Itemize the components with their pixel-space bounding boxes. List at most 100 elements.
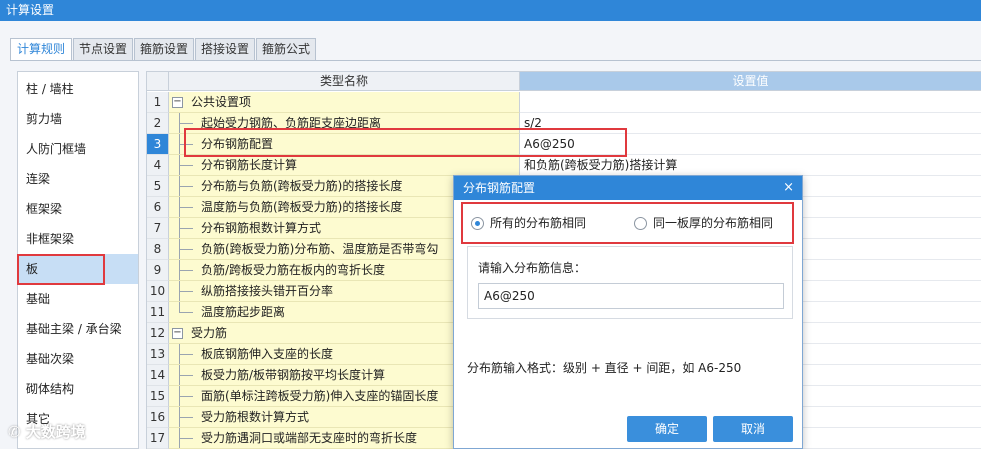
row-value[interactable] [520,92,981,113]
row-name-text: 受力筋遇洞口或端部无支座时的弯折长度 [201,431,418,445]
row-name-text: 分布钢筋配置 [201,137,274,151]
table-row[interactable]: 4 分布钢筋长度计算 和负筋(跨板受力筋)搭接计算 [147,155,981,176]
grid-header-corner [147,72,169,91]
tree-branch [179,249,193,250]
tree-branch [179,375,193,376]
row-number: 10 [147,281,169,302]
row-value[interactable]: A6@250 [520,134,981,155]
radio-label: 同一板厚的分布筋相同 [653,216,774,230]
sidebar-item-coupling-beam[interactable]: 连梁 [18,164,138,194]
row-number: 7 [147,218,169,239]
row-name-text: 负筋/跨板受力筋在板内的弯折长度 [201,263,386,277]
row-number: 9 [147,260,169,281]
tab-divider [10,60,981,61]
row-number: 3 [147,134,169,155]
collapse-icon[interactable]: − [172,328,183,339]
dialog-title: 分布钢筋配置 [454,176,802,200]
table-row[interactable]: 1 − 公共设置项 [147,92,981,113]
row-name-text: 受力筋根数计算方式 [201,410,310,424]
tree-branch [179,354,193,355]
sidebar-item-foundation-secondary-beam[interactable]: 基础次梁 [18,344,138,374]
tab-stirrup-formula[interactable]: 箍筋公式 [256,38,316,60]
tree-branch [179,270,193,271]
component-sidebar: 柱 / 墙柱 剪力墙 人防门框墙 连梁 框架梁 非框架梁 板 基础 基础主梁 /… [17,71,139,449]
sidebar-item-column[interactable]: 柱 / 墙柱 [18,74,138,104]
format-hint: 分布筋输入格式：级别 + 直径 + 间距，如 A6-250 [467,361,742,375]
row-name-text: 起始受力钢筋、负筋距支座边距离 [201,116,382,130]
sidebar-item-civil-defense-door-frame[interactable]: 人防门框墙 [18,134,138,164]
row-name: 分布钢筋配置 [169,134,520,155]
tab-lap-settings[interactable]: 搭接设置 [195,38,255,60]
row-name-text: 负筋(跨板受力筋)分布筋、温度筋是否带弯勾 [201,242,439,256]
table-row[interactable]: 3 分布钢筋配置 A6@250 [147,134,981,155]
sidebar-item-frame-beam[interactable]: 框架梁 [18,194,138,224]
grid-header-value: 设置值 [520,72,981,91]
distribution-rebar-dialog: 分布钢筋配置 × 所有的分布筋相同 同一板厚的分布筋相同 请输入分布筋信息： 分… [453,175,803,449]
row-value[interactable]: 和负筋(跨板受力筋)搭接计算 [520,155,981,176]
tree-branch [179,207,193,208]
tree-branch [179,165,193,166]
rebar-info-group: 请输入分布筋信息： [467,246,793,319]
row-name-text: 温度筋与负筋(跨板受力筋)的搭接长度 [201,200,403,214]
sidebar-item-slab[interactable]: 板 [18,254,138,284]
radio-checked-icon [471,217,484,230]
sidebar-item-foundation[interactable]: 基础 [18,284,138,314]
tab-stirrup-settings[interactable]: 箍筋设置 [134,38,194,60]
row-name-text: 分布钢筋长度计算 [201,158,298,172]
row-number: 12 [147,323,169,344]
tree-branch [179,438,193,439]
tab-node-settings[interactable]: 节点设置 [73,38,133,60]
row-number: 13 [147,344,169,365]
row-name-text: 温度筋起步距离 [201,305,286,319]
sidebar-item-masonry[interactable]: 砌体结构 [18,374,138,404]
row-number: 6 [147,197,169,218]
tree-branch [179,228,193,229]
tree-branch [179,123,193,124]
row-name-text: 纵筋搭接接头错开百分率 [201,284,334,298]
row-name-text: 板受力筋/板带钢筋按平均长度计算 [201,368,386,382]
tree-branch [179,144,193,145]
row-name-text: 分布钢筋根数计算方式 [201,221,322,235]
row-name: 起始受力钢筋、负筋距支座边距离 [169,113,520,134]
tree-branch [179,396,193,397]
watermark-text: 大数跨境 [25,423,86,441]
row-number: 2 [147,113,169,134]
tree-branch [179,291,193,292]
tree-branch [179,417,193,418]
row-number: 14 [147,365,169,386]
rebar-info-input[interactable] [478,283,784,309]
row-number: 5 [147,176,169,197]
row-name-text: 面筋(单标注跨板受力筋)伸入支座的锚固长度 [201,389,439,403]
tab-calc-rules[interactable]: 计算规则 [10,38,72,61]
radio-unchecked-icon [634,217,647,230]
row-number: 4 [147,155,169,176]
field-label: 请输入分布筋信息： [478,261,587,275]
close-icon[interactable]: × [783,176,794,200]
row-number: 11 [147,302,169,323]
row-name-text: 板底钢筋伸入支座的长度 [201,347,334,361]
row-number: 15 [147,386,169,407]
sidebar-item-shear-wall[interactable]: 剪力墙 [18,104,138,134]
cancel-button[interactable]: 取消 [713,416,793,442]
row-name-text: 分布筋与负筋(跨板受力筋)的搭接长度 [201,179,403,193]
group-label: 公共设置项 [191,95,252,109]
watermark: ✆ 大数跨境 [8,423,86,441]
row-number: 8 [147,239,169,260]
row-number: 16 [147,407,169,428]
row-name: 分布钢筋长度计算 [169,155,520,176]
ok-button[interactable]: 确定 [627,416,707,442]
window-title: 计算设置 [0,0,981,21]
row-value[interactable]: s/2 [520,113,981,134]
row-number: 1 [147,92,169,113]
table-row[interactable]: 2 起始受力钢筋、负筋距支座边距离 s/2 [147,113,981,134]
row-name: − 公共设置项 [169,92,520,113]
sidebar-item-foundation-main-beam[interactable]: 基础主梁 / 承台梁 [18,314,138,344]
tree-branch [179,186,193,187]
tree-branch [179,312,193,313]
row-number: 17 [147,428,169,449]
sidebar-item-non-frame-beam[interactable]: 非框架梁 [18,224,138,254]
rebar-mode-radio-group: 所有的分布筋相同 同一板厚的分布筋相同 [465,205,789,241]
collapse-icon[interactable]: − [172,97,183,108]
group-label: 受力筋 [191,326,228,340]
grid-header-name: 类型名称 [169,72,520,91]
